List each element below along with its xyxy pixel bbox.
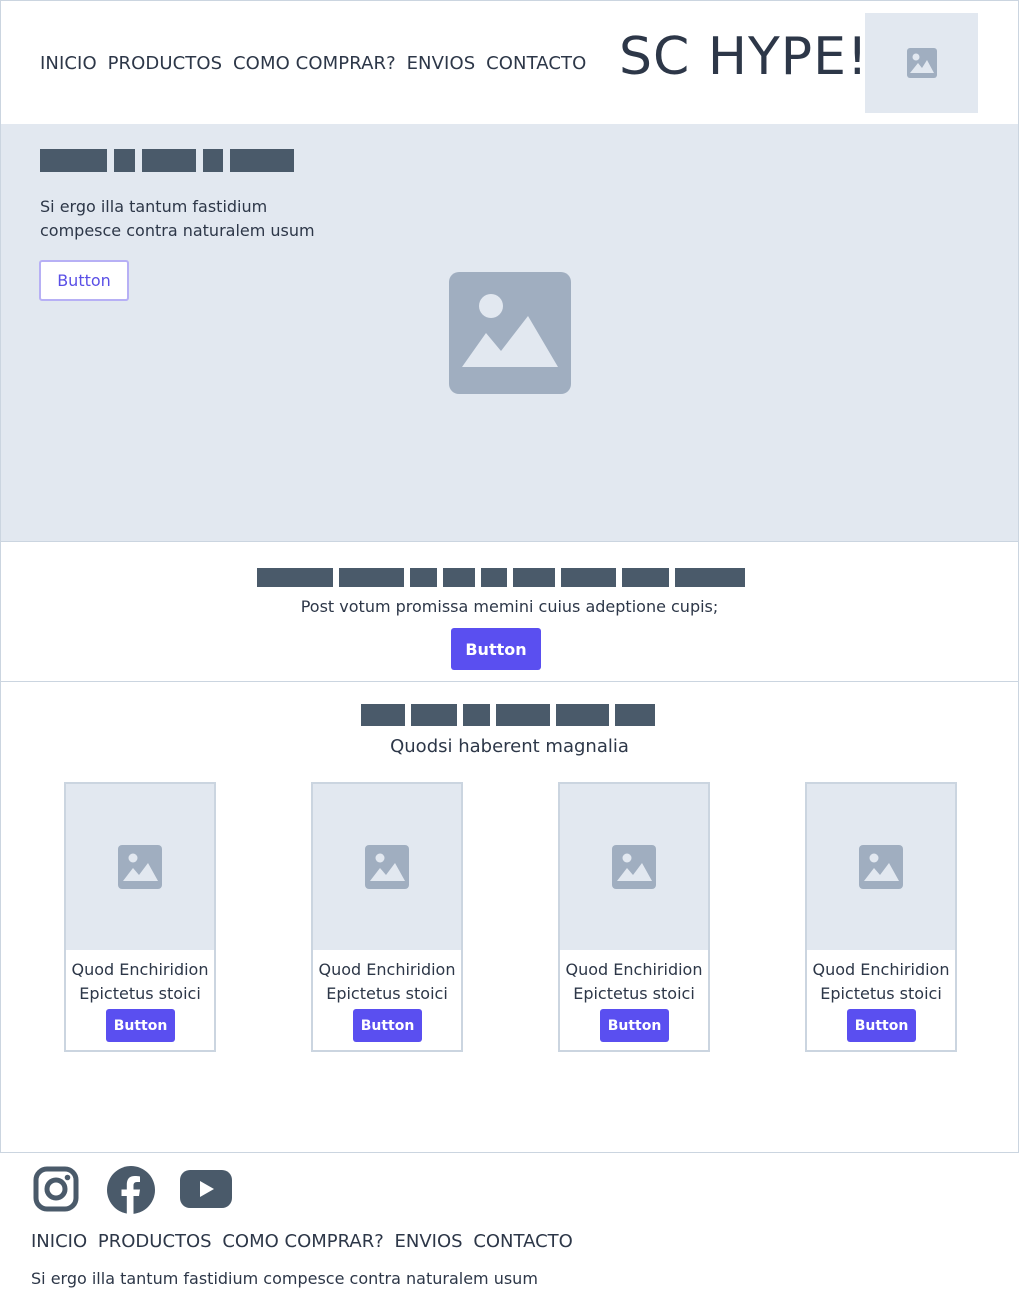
cta-text: Post votum promissa memini cuius adeptio… (300, 597, 719, 616)
product-title: Quod Enchiridion Epictetus stoici (313, 958, 461, 1006)
image-placeholder-icon (449, 272, 571, 394)
hero-button[interactable]: Button (39, 260, 129, 301)
site-footer: INICIO PRODUCTOS COMO COMPRAR? ENVIOS CO… (0, 1152, 1019, 1306)
heading-block (203, 149, 223, 172)
brand-name: SC HYPE! (619, 27, 869, 87)
nav-item-contacto[interactable]: CONTACTO (486, 53, 586, 74)
product-name-line1: Quod Enchiridion (565, 960, 703, 979)
product-button[interactable]: Button (106, 1009, 175, 1042)
instagram-icon[interactable] (33, 1166, 79, 1212)
product-button[interactable]: Button (353, 1009, 422, 1042)
product-button[interactable]: Button (600, 1009, 669, 1042)
footer-nav-item-inicio[interactable]: INICIO (31, 1231, 87, 1252)
product-card: Quod Enchiridion Epictetus stoici Button (805, 782, 957, 1052)
hero-text: Si ergo illa tantum fastidium compesce c… (40, 197, 315, 240)
heading-block (443, 568, 475, 587)
heading-block (410, 568, 437, 587)
nav-item-como-comprar[interactable]: COMO COMPRAR? (233, 53, 396, 74)
product-name-line2: Epictetus stoici (326, 984, 448, 1003)
heading-block (481, 568, 507, 587)
products-section: Quodsi haberent magnalia Quod Enchiridio… (0, 681, 1019, 1153)
heading-block (257, 568, 333, 587)
product-image (313, 784, 461, 950)
hero-section: Si ergo illa tantum fastidium compesce c… (0, 124, 1019, 542)
nav-item-inicio[interactable]: INICIO (40, 53, 97, 74)
logo (865, 13, 978, 113)
footer-nav-item-envios[interactable]: ENVIOS (395, 1231, 463, 1252)
image-placeholder-icon (859, 845, 903, 889)
heading-block (675, 568, 745, 587)
hero-heading-placeholder (40, 149, 294, 172)
product-name-line2: Epictetus stoici (79, 984, 201, 1003)
heading-block (463, 704, 490, 726)
youtube-icon[interactable] (180, 1170, 232, 1208)
product-image (66, 784, 214, 950)
top-nav: INICIO PRODUCTOS COMO COMPRAR? ENVIOS CO… (40, 53, 591, 74)
products-heading-placeholder (361, 704, 655, 726)
cta-section: Post votum promissa memini cuius adeptio… (0, 541, 1019, 682)
image-placeholder-icon (612, 845, 656, 889)
footer-nav-item-contacto[interactable]: CONTACTO (473, 1231, 573, 1252)
footer-text: Si ergo illa tantum fastidium compesce c… (31, 1269, 538, 1288)
site-header: INICIO PRODUCTOS COMO COMPRAR? ENVIOS CO… (0, 0, 1019, 125)
heading-block (230, 149, 294, 172)
heading-block (40, 149, 107, 172)
product-title: Quod Enchiridion Epictetus stoici (66, 958, 214, 1006)
heading-block (561, 568, 616, 587)
footer-nav: INICIO PRODUCTOS COMO COMPRAR? ENVIOS CO… (31, 1231, 578, 1252)
product-name-line1: Quod Enchiridion (71, 960, 209, 979)
cta-heading-placeholder (257, 568, 745, 587)
product-card: Quod Enchiridion Epictetus stoici Button (558, 782, 710, 1052)
product-card: Quod Enchiridion Epictetus stoici Button (64, 782, 216, 1052)
facebook-icon[interactable] (107, 1166, 155, 1214)
product-image (560, 784, 708, 950)
heading-block (411, 704, 457, 726)
image-placeholder-icon (118, 845, 162, 889)
product-title: Quod Enchiridion Epictetus stoici (807, 958, 955, 1006)
heading-block (114, 149, 135, 172)
heading-block (496, 704, 550, 726)
products-subtitle: Quodsi haberent magnalia (390, 736, 629, 757)
footer-nav-item-productos[interactable]: PRODUCTOS (98, 1231, 212, 1252)
product-card: Quod Enchiridion Epictetus stoici Button (311, 782, 463, 1052)
heading-block (361, 704, 405, 726)
nav-item-productos[interactable]: PRODUCTOS (108, 53, 223, 74)
nav-item-envios[interactable]: ENVIOS (407, 53, 476, 74)
product-button[interactable]: Button (847, 1009, 916, 1042)
product-image (807, 784, 955, 950)
product-name-line1: Quod Enchiridion (318, 960, 456, 979)
heading-block (339, 568, 404, 587)
product-name-line1: Quod Enchiridion (812, 960, 950, 979)
footer-nav-item-como-comprar[interactable]: COMO COMPRAR? (222, 1231, 383, 1252)
heading-block (513, 568, 555, 587)
heading-block (142, 149, 196, 172)
heading-block (622, 568, 669, 587)
image-placeholder-icon (906, 48, 937, 78)
product-name-line2: Epictetus stoici (573, 984, 695, 1003)
product-name-line2: Epictetus stoici (820, 984, 942, 1003)
product-title: Quod Enchiridion Epictetus stoici (560, 958, 708, 1006)
heading-block (615, 704, 655, 726)
cta-button[interactable]: Button (451, 628, 541, 670)
heading-block (556, 704, 609, 726)
image-placeholder-icon (365, 845, 409, 889)
